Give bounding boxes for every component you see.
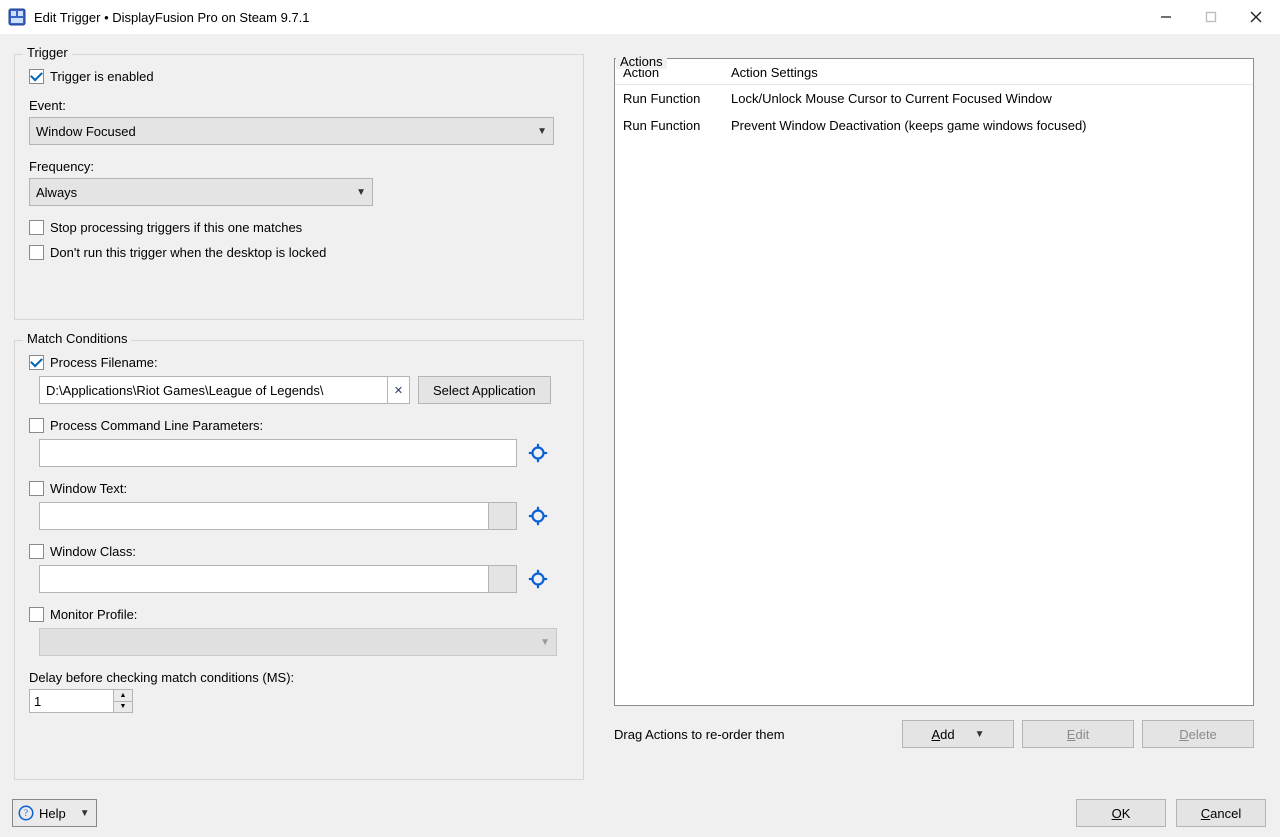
- match-group-title: Match Conditions: [23, 331, 131, 346]
- action-cell: Run Function: [623, 118, 731, 133]
- checkbox-checked-icon: [29, 69, 44, 84]
- checkbox-icon: [29, 220, 44, 235]
- delay-value-input[interactable]: [29, 689, 113, 713]
- stop-processing-label: Stop processing triggers if this one mat…: [50, 220, 302, 235]
- frequency-label: Frequency:: [29, 159, 569, 174]
- checkbox-icon: [29, 481, 44, 496]
- title-bar: Edit Trigger • DisplayFusion Pro on Stea…: [0, 0, 1280, 34]
- reorder-hint: Drag Actions to re-order them: [614, 727, 894, 742]
- col-settings-header: Action Settings: [731, 65, 1245, 80]
- window-class-checkbox[interactable]: Window Class:: [29, 544, 569, 559]
- select-application-button[interactable]: Select Application: [418, 376, 551, 404]
- action-cell: Run Function: [623, 91, 731, 106]
- edit-action-button: Edit: [1022, 720, 1134, 748]
- process-filename-input[interactable]: D:\Applications\Riot Games\League of Leg…: [39, 376, 388, 404]
- dont-run-locked-label: Don't run this trigger when the desktop …: [50, 245, 326, 260]
- svg-text:?: ?: [24, 808, 28, 818]
- ok-button[interactable]: OK: [1076, 799, 1166, 827]
- delay-spinner[interactable]: ▲ ▼: [29, 689, 133, 713]
- window-class-label: Window Class:: [50, 544, 136, 559]
- app-icon: [8, 8, 26, 26]
- process-cmdline-checkbox[interactable]: Process Command Line Parameters:: [29, 418, 569, 433]
- frequency-value: Always: [36, 185, 77, 200]
- settings-cell: Prevent Window Deactivation (keeps game …: [731, 118, 1245, 133]
- process-cmdline-label: Process Command Line Parameters:: [50, 418, 263, 433]
- table-row[interactable]: Run Function Prevent Window Deactivation…: [615, 112, 1253, 139]
- window-text-regex-button[interactable]: [489, 502, 517, 530]
- trigger-group: Trigger Trigger is enabled Event: Window…: [14, 54, 584, 320]
- add-action-button[interactable]: Add ▼: [902, 720, 1014, 748]
- spinner-down-icon[interactable]: ▼: [114, 702, 132, 713]
- trigger-enabled-label: Trigger is enabled: [50, 69, 154, 84]
- trigger-enabled-checkbox[interactable]: Trigger is enabled: [29, 69, 569, 84]
- actions-group-title: Actions: [616, 54, 667, 69]
- clear-x-icon: ✕: [394, 384, 403, 397]
- process-filename-value: D:\Applications\Riot Games\League of Leg…: [46, 383, 324, 398]
- process-filename-checkbox[interactable]: Process Filename:: [29, 355, 569, 370]
- cancel-button-label: Cancel: [1201, 806, 1241, 821]
- trigger-group-title: Trigger: [23, 45, 72, 60]
- spinner-arrows[interactable]: ▲ ▼: [113, 689, 133, 713]
- dont-run-locked-checkbox[interactable]: Don't run this trigger when the desktop …: [29, 245, 569, 260]
- minimize-button[interactable]: [1143, 3, 1188, 31]
- caret-down-icon: ▼: [540, 637, 550, 648]
- settings-cell: Lock/Unlock Mouse Cursor to Current Focu…: [731, 91, 1245, 106]
- actions-group: Actions Action Action Settings Run Funct…: [614, 58, 1254, 748]
- caret-down-icon: ▼: [537, 126, 547, 137]
- window-text-label: Window Text:: [50, 481, 127, 496]
- window-text-checkbox[interactable]: Window Text:: [29, 481, 569, 496]
- actions-table-header: Action Action Settings: [615, 59, 1253, 85]
- cancel-button[interactable]: Cancel: [1176, 799, 1266, 827]
- caret-down-icon: ▼: [356, 187, 366, 198]
- edit-button-label: Edit: [1067, 727, 1089, 742]
- process-cmdline-input[interactable]: [39, 439, 517, 467]
- monitor-profile-select: ▼: [39, 628, 557, 656]
- target-picker-button[interactable]: [527, 568, 549, 590]
- checkbox-checked-icon: [29, 355, 44, 370]
- delay-label: Delay before checking match conditions (…: [29, 670, 569, 685]
- checkbox-icon: [29, 418, 44, 433]
- target-picker-button[interactable]: [527, 505, 549, 527]
- checkbox-icon: [29, 245, 44, 260]
- caret-down-icon: ▼: [975, 729, 985, 740]
- select-application-label: Select Application: [433, 383, 536, 398]
- clear-process-filename-button[interactable]: ✕: [388, 376, 410, 404]
- monitor-profile-label: Monitor Profile:: [50, 607, 137, 622]
- maximize-button: [1188, 3, 1233, 31]
- process-filename-label: Process Filename:: [50, 355, 158, 370]
- stop-processing-checkbox[interactable]: Stop processing triggers if this one mat…: [29, 220, 569, 235]
- event-select[interactable]: Window Focused ▼: [29, 117, 554, 145]
- window-class-regex-button[interactable]: [489, 565, 517, 593]
- monitor-profile-checkbox[interactable]: Monitor Profile:: [29, 607, 569, 622]
- target-picker-button[interactable]: [527, 442, 549, 464]
- event-label: Event:: [29, 98, 569, 113]
- actions-table[interactable]: Action Action Settings Run Function Lock…: [614, 58, 1254, 706]
- caret-down-icon: ▼: [80, 808, 90, 819]
- checkbox-icon: [29, 607, 44, 622]
- delete-action-button: Delete: [1142, 720, 1254, 748]
- window-text-input[interactable]: [39, 502, 489, 530]
- table-row[interactable]: Run Function Lock/Unlock Mouse Cursor to…: [615, 85, 1253, 112]
- help-icon: ?: [17, 804, 35, 822]
- delete-button-label: Delete: [1179, 727, 1217, 742]
- window-title: Edit Trigger • DisplayFusion Pro on Stea…: [34, 10, 310, 25]
- help-button[interactable]: ? Help ▼: [12, 799, 97, 827]
- close-button[interactable]: [1233, 3, 1278, 31]
- spinner-up-icon[interactable]: ▲: [114, 690, 132, 702]
- add-button-label: Add: [931, 727, 954, 742]
- window-class-input[interactable]: [39, 565, 489, 593]
- checkbox-icon: [29, 544, 44, 559]
- frequency-select[interactable]: Always ▼: [29, 178, 373, 206]
- ok-button-label: OK: [1112, 806, 1131, 821]
- event-value: Window Focused: [36, 124, 136, 139]
- match-conditions-group: Match Conditions Process Filename: D:\Ap…: [14, 340, 584, 780]
- help-button-label: Help: [39, 806, 66, 821]
